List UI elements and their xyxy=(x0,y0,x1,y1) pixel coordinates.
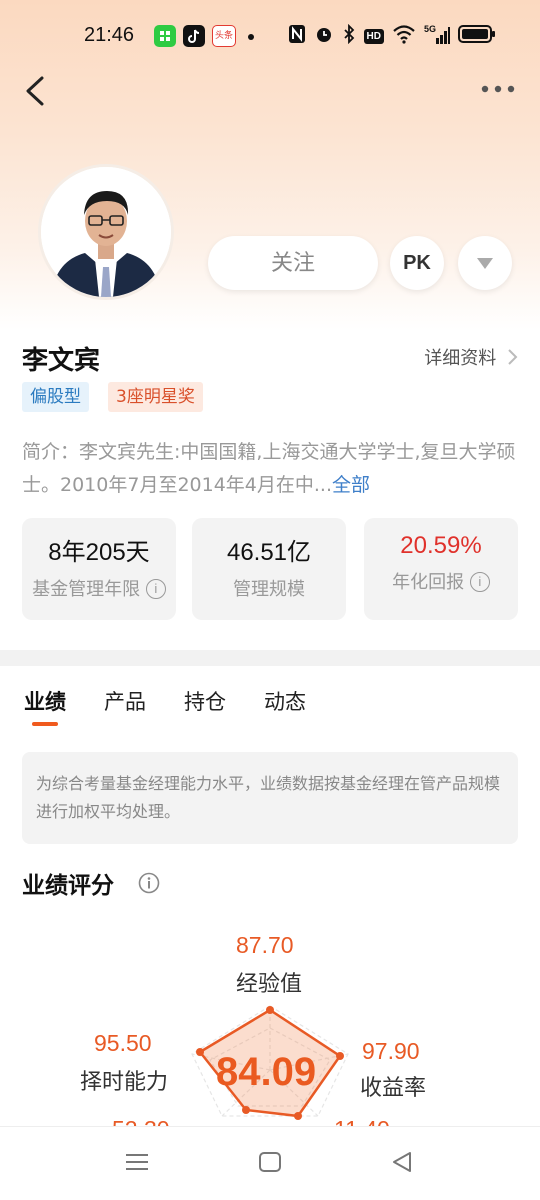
stat-card-tenure: 8年205天 基金管理年限 i xyxy=(22,518,176,620)
stat-label-text: 基金管理年限 xyxy=(32,579,141,600)
intro-more-link[interactable]: 全部 xyxy=(332,474,370,496)
battery-icon xyxy=(458,24,496,48)
stat-label: 基金管理年限 i xyxy=(22,575,176,601)
radar-point xyxy=(242,1106,250,1114)
tab-holdings[interactable]: 持仓 xyxy=(184,686,226,716)
back-triangle-icon[interactable] xyxy=(390,1149,414,1179)
triangle-down-icon[interactable] xyxy=(458,236,512,290)
home-square-icon[interactable] xyxy=(258,1149,282,1179)
radar-value-timing: 95.50 xyxy=(94,1030,152,1056)
total-score: 84.09 xyxy=(216,1050,317,1094)
wifi-icon xyxy=(392,24,416,48)
info-icon[interactable]: i xyxy=(145,579,166,599)
tag-star-award: 3座明星奖 xyxy=(108,382,203,412)
stat-card-scale: 46.51亿 管理规模 xyxy=(192,518,346,620)
radar-label-return: 收益率 xyxy=(360,1076,427,1101)
radar-point xyxy=(266,1006,274,1014)
info-icon[interactable]: i xyxy=(469,572,490,592)
intro-text: 简介：李文宾先生:中国国籍,上海交通大学学士,复旦大学硕士。2010年7月至20… xyxy=(22,436,518,502)
status-icons: HD 5G xyxy=(288,23,496,48)
stat-card-annual-return: 20.59% 年化回报 i xyxy=(364,518,518,620)
menu-icon[interactable] xyxy=(124,1149,150,1179)
tag-fund-type: 偏股型 xyxy=(22,382,89,412)
nfc-icon xyxy=(288,24,306,48)
radar-value-return: 97.90 xyxy=(362,1038,420,1064)
bluetooth-icon xyxy=(342,23,356,48)
grid-app-icon xyxy=(154,25,176,47)
top-navigation xyxy=(0,64,540,118)
stat-label-text: 年化回报 xyxy=(392,572,465,593)
weighting-note: 为综合考量基金经理能力水平，业绩数据按基金经理在管产品规模进行加权平均处理。 xyxy=(22,752,518,844)
intro-body: 简介：李文宾先生:中国国籍,上海交通大学学士,复旦大学硕士。2010年7月至20… xyxy=(22,441,516,496)
active-tab-indicator xyxy=(32,722,58,726)
chevron-left-icon[interactable] xyxy=(20,72,54,110)
status-bar: 21:46 头条 HD 5G xyxy=(0,20,540,54)
radar-point xyxy=(336,1052,344,1060)
stat-label-text: 管理规模 xyxy=(233,579,305,600)
radar-value-experience: 87.70 xyxy=(236,932,294,958)
radar-label-timing: 择时能力 xyxy=(80,1070,169,1095)
system-nav-bar xyxy=(0,1126,540,1200)
toutiao-icon: 头条 xyxy=(212,25,236,47)
pk-button[interactable]: PK xyxy=(390,236,444,290)
section-title: 业绩评分 xyxy=(22,873,114,899)
radar-point xyxy=(196,1048,204,1056)
section-divider xyxy=(0,650,540,666)
tiktok-icon xyxy=(183,25,205,47)
more-dots-icon[interactable] xyxy=(480,74,516,104)
stat-label: 管理规模 xyxy=(192,575,346,601)
notification-dot xyxy=(248,34,254,40)
avatar[interactable] xyxy=(38,164,174,300)
chevron-right-icon xyxy=(508,349,518,365)
stat-value: 8年205天 xyxy=(48,539,150,566)
info-icon[interactable] xyxy=(138,872,160,898)
tab-bar: 业绩 产品 持仓 动态 xyxy=(0,684,540,728)
stat-value: 46.51亿 xyxy=(226,539,312,566)
stat-value: 20.59% xyxy=(400,532,482,559)
manager-name: 李文宾 xyxy=(22,346,101,376)
follow-button[interactable]: 关注 xyxy=(208,236,378,290)
tab-performance[interactable]: 业绩 xyxy=(24,686,66,716)
alarm-icon xyxy=(314,24,334,48)
detail-info-label: 详细资料 xyxy=(424,348,497,369)
tab-products[interactable]: 产品 xyxy=(104,686,146,716)
detail-info-link[interactable]: 详细资料 xyxy=(424,344,518,370)
radar-label-experience: 经验值 xyxy=(236,972,303,997)
tab-news[interactable]: 动态 xyxy=(264,686,306,716)
hd-icon: HD xyxy=(363,28,384,44)
radar-point xyxy=(294,1112,302,1120)
status-time: 21:46 xyxy=(84,24,135,46)
signal-5g-icon: 5G xyxy=(424,24,450,46)
stat-label: 年化回报 i xyxy=(364,568,518,594)
toutiao-label: 头条 xyxy=(214,31,233,41)
